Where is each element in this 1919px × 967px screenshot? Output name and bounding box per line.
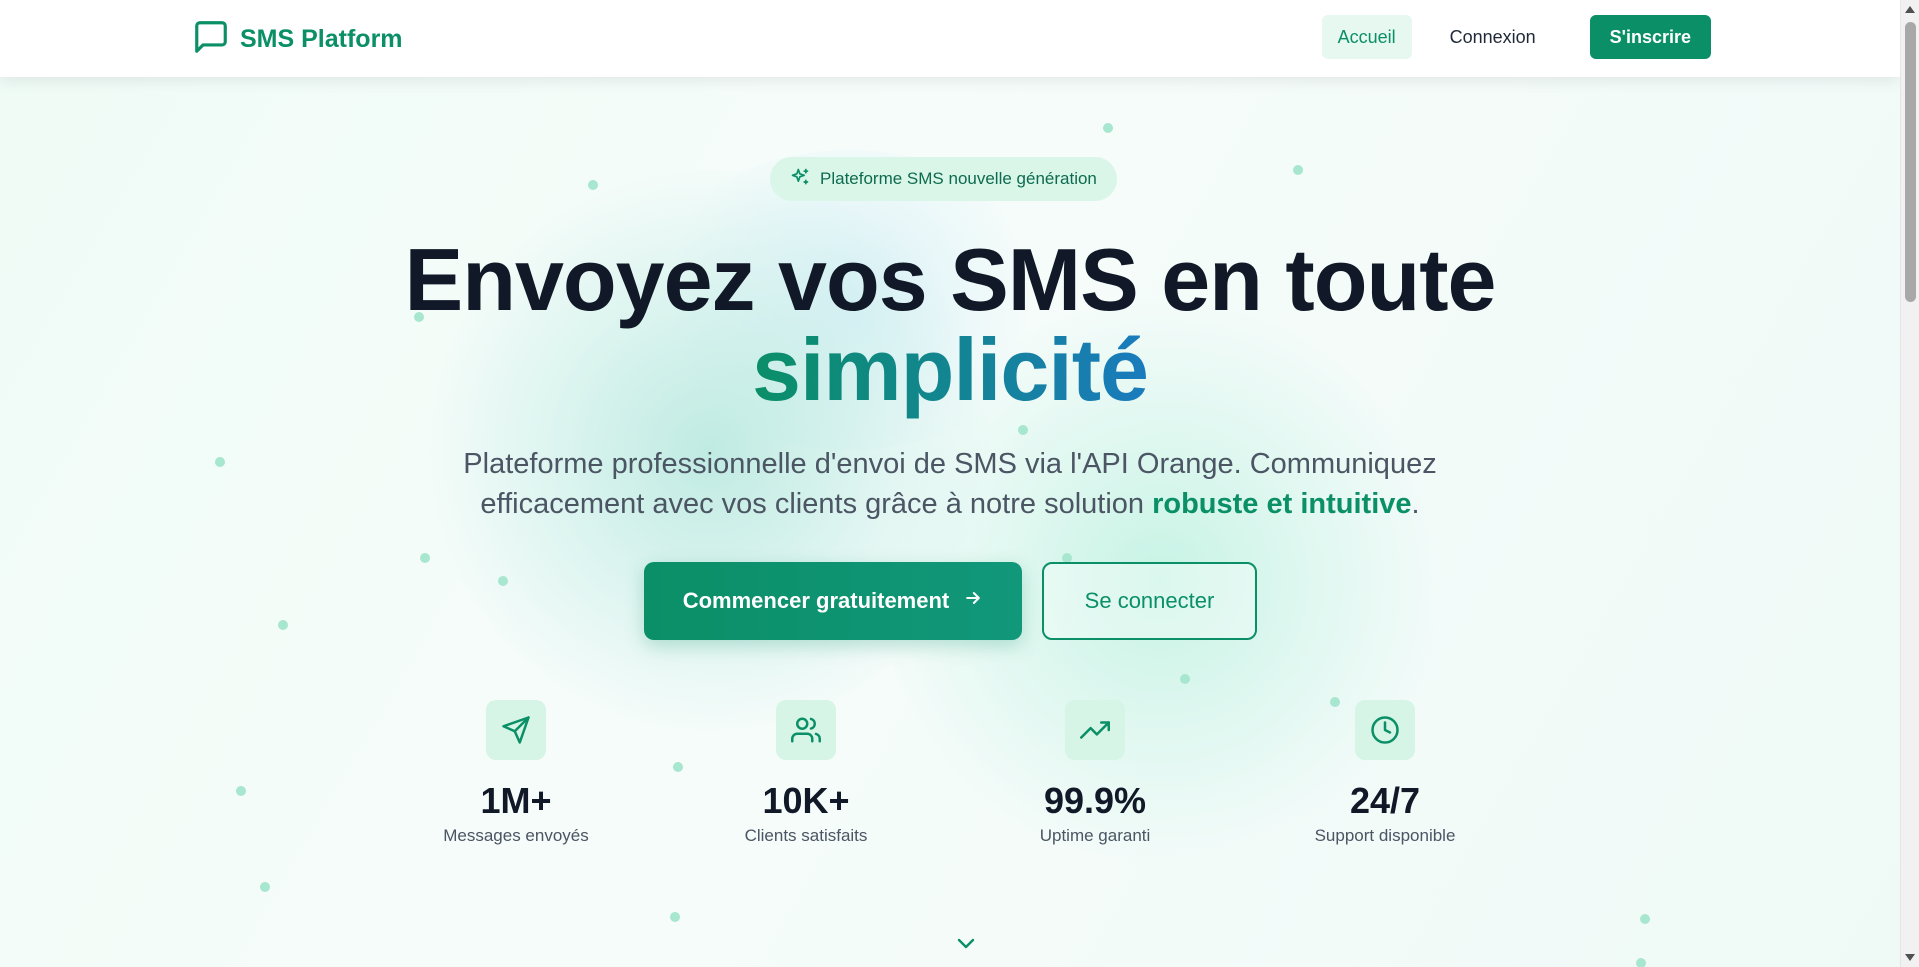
nav-link-connexion[interactable]: Connexion (1434, 15, 1552, 59)
hero-title-accent: simplicité (752, 320, 1149, 419)
hero-title-line1: Envoyez vos SMS en toute (404, 230, 1497, 329)
trending-up-icon (1065, 700, 1125, 760)
stat-clients: 10K+ Clients satisfaits (686, 700, 926, 846)
decorative-dot (260, 882, 270, 892)
decorative-dot (420, 553, 430, 563)
login-button[interactable]: Se connecter (1042, 562, 1257, 640)
decorative-dot (215, 457, 225, 467)
decorative-dot (1636, 958, 1646, 967)
scroll-up-arrow[interactable] (1905, 6, 1915, 13)
decorative-dot (673, 762, 683, 772)
hero-badge: Plateforme SMS nouvelle génération (770, 157, 1117, 201)
message-square-icon (192, 18, 230, 61)
decorative-dot (588, 180, 598, 190)
stat-support: 24/7 Support disponible (1265, 700, 1505, 846)
scroll-down-arrow[interactable] (1905, 954, 1915, 961)
badge-label: Plateforme SMS nouvelle génération (820, 169, 1097, 188)
subtitle-end: . (1411, 488, 1420, 520)
users-icon (776, 700, 836, 760)
nav-link-accueil[interactable]: Accueil (1321, 15, 1412, 59)
decorative-dot (498, 576, 508, 586)
chevron-down-icon[interactable] (954, 934, 978, 959)
decorative-dot (236, 786, 246, 796)
landing-page: SMS Platform Accueil Connexion S'inscrir… (0, 0, 1900, 967)
start-free-button[interactable]: Commencer gratuitement (644, 562, 1022, 640)
top-navbar: SMS Platform Accueil Connexion S'inscrir… (0, 0, 1900, 77)
nav-links: Accueil Connexion S'inscrire (1321, 15, 1711, 59)
decorative-dot (670, 912, 680, 922)
hero-subtitle: Plateforme professionnelle d'envoi de SM… (440, 444, 1460, 524)
stat-value: 99.9% (1043, 780, 1147, 821)
start-free-label: Commencer gratuitement (682, 588, 950, 613)
stat-value: 1M+ (480, 780, 552, 821)
brand-name: SMS Platform (240, 25, 403, 53)
decorative-dot (278, 620, 288, 630)
arrow-right-icon (963, 588, 983, 614)
subtitle-highlight: robuste et intuitive (1152, 488, 1412, 520)
page-scrollbar[interactable] (1900, 0, 1919, 967)
stat-value: 24/7 (1349, 780, 1421, 821)
clock-icon (1355, 700, 1415, 760)
brand-logo[interactable]: SMS Platform (192, 18, 403, 61)
signup-button[interactable]: S'inscrire (1589, 15, 1711, 59)
stat-label: Support disponible (1314, 826, 1456, 845)
stat-label: Messages envoyés (443, 826, 589, 845)
stat-messages: 1M+ Messages envoyés (396, 700, 636, 846)
decorative-dot (1180, 674, 1190, 684)
stat-label: Uptime garanti (1039, 826, 1151, 845)
send-icon (486, 700, 546, 760)
stat-value: 10K+ (762, 780, 850, 821)
decorative-dot (1103, 123, 1113, 133)
scrollbar-thumb[interactable] (1905, 22, 1916, 302)
decorative-dot (1018, 425, 1028, 435)
sparkles-icon (790, 167, 810, 192)
decorative-dot (1640, 914, 1650, 924)
stat-label: Clients satisfaits (744, 826, 868, 845)
stat-uptime: 99.9% Uptime garanti (975, 700, 1215, 846)
decorative-dot (1293, 165, 1303, 175)
hero-title: Envoyez vos SMS en toute simplicité (0, 235, 1900, 415)
